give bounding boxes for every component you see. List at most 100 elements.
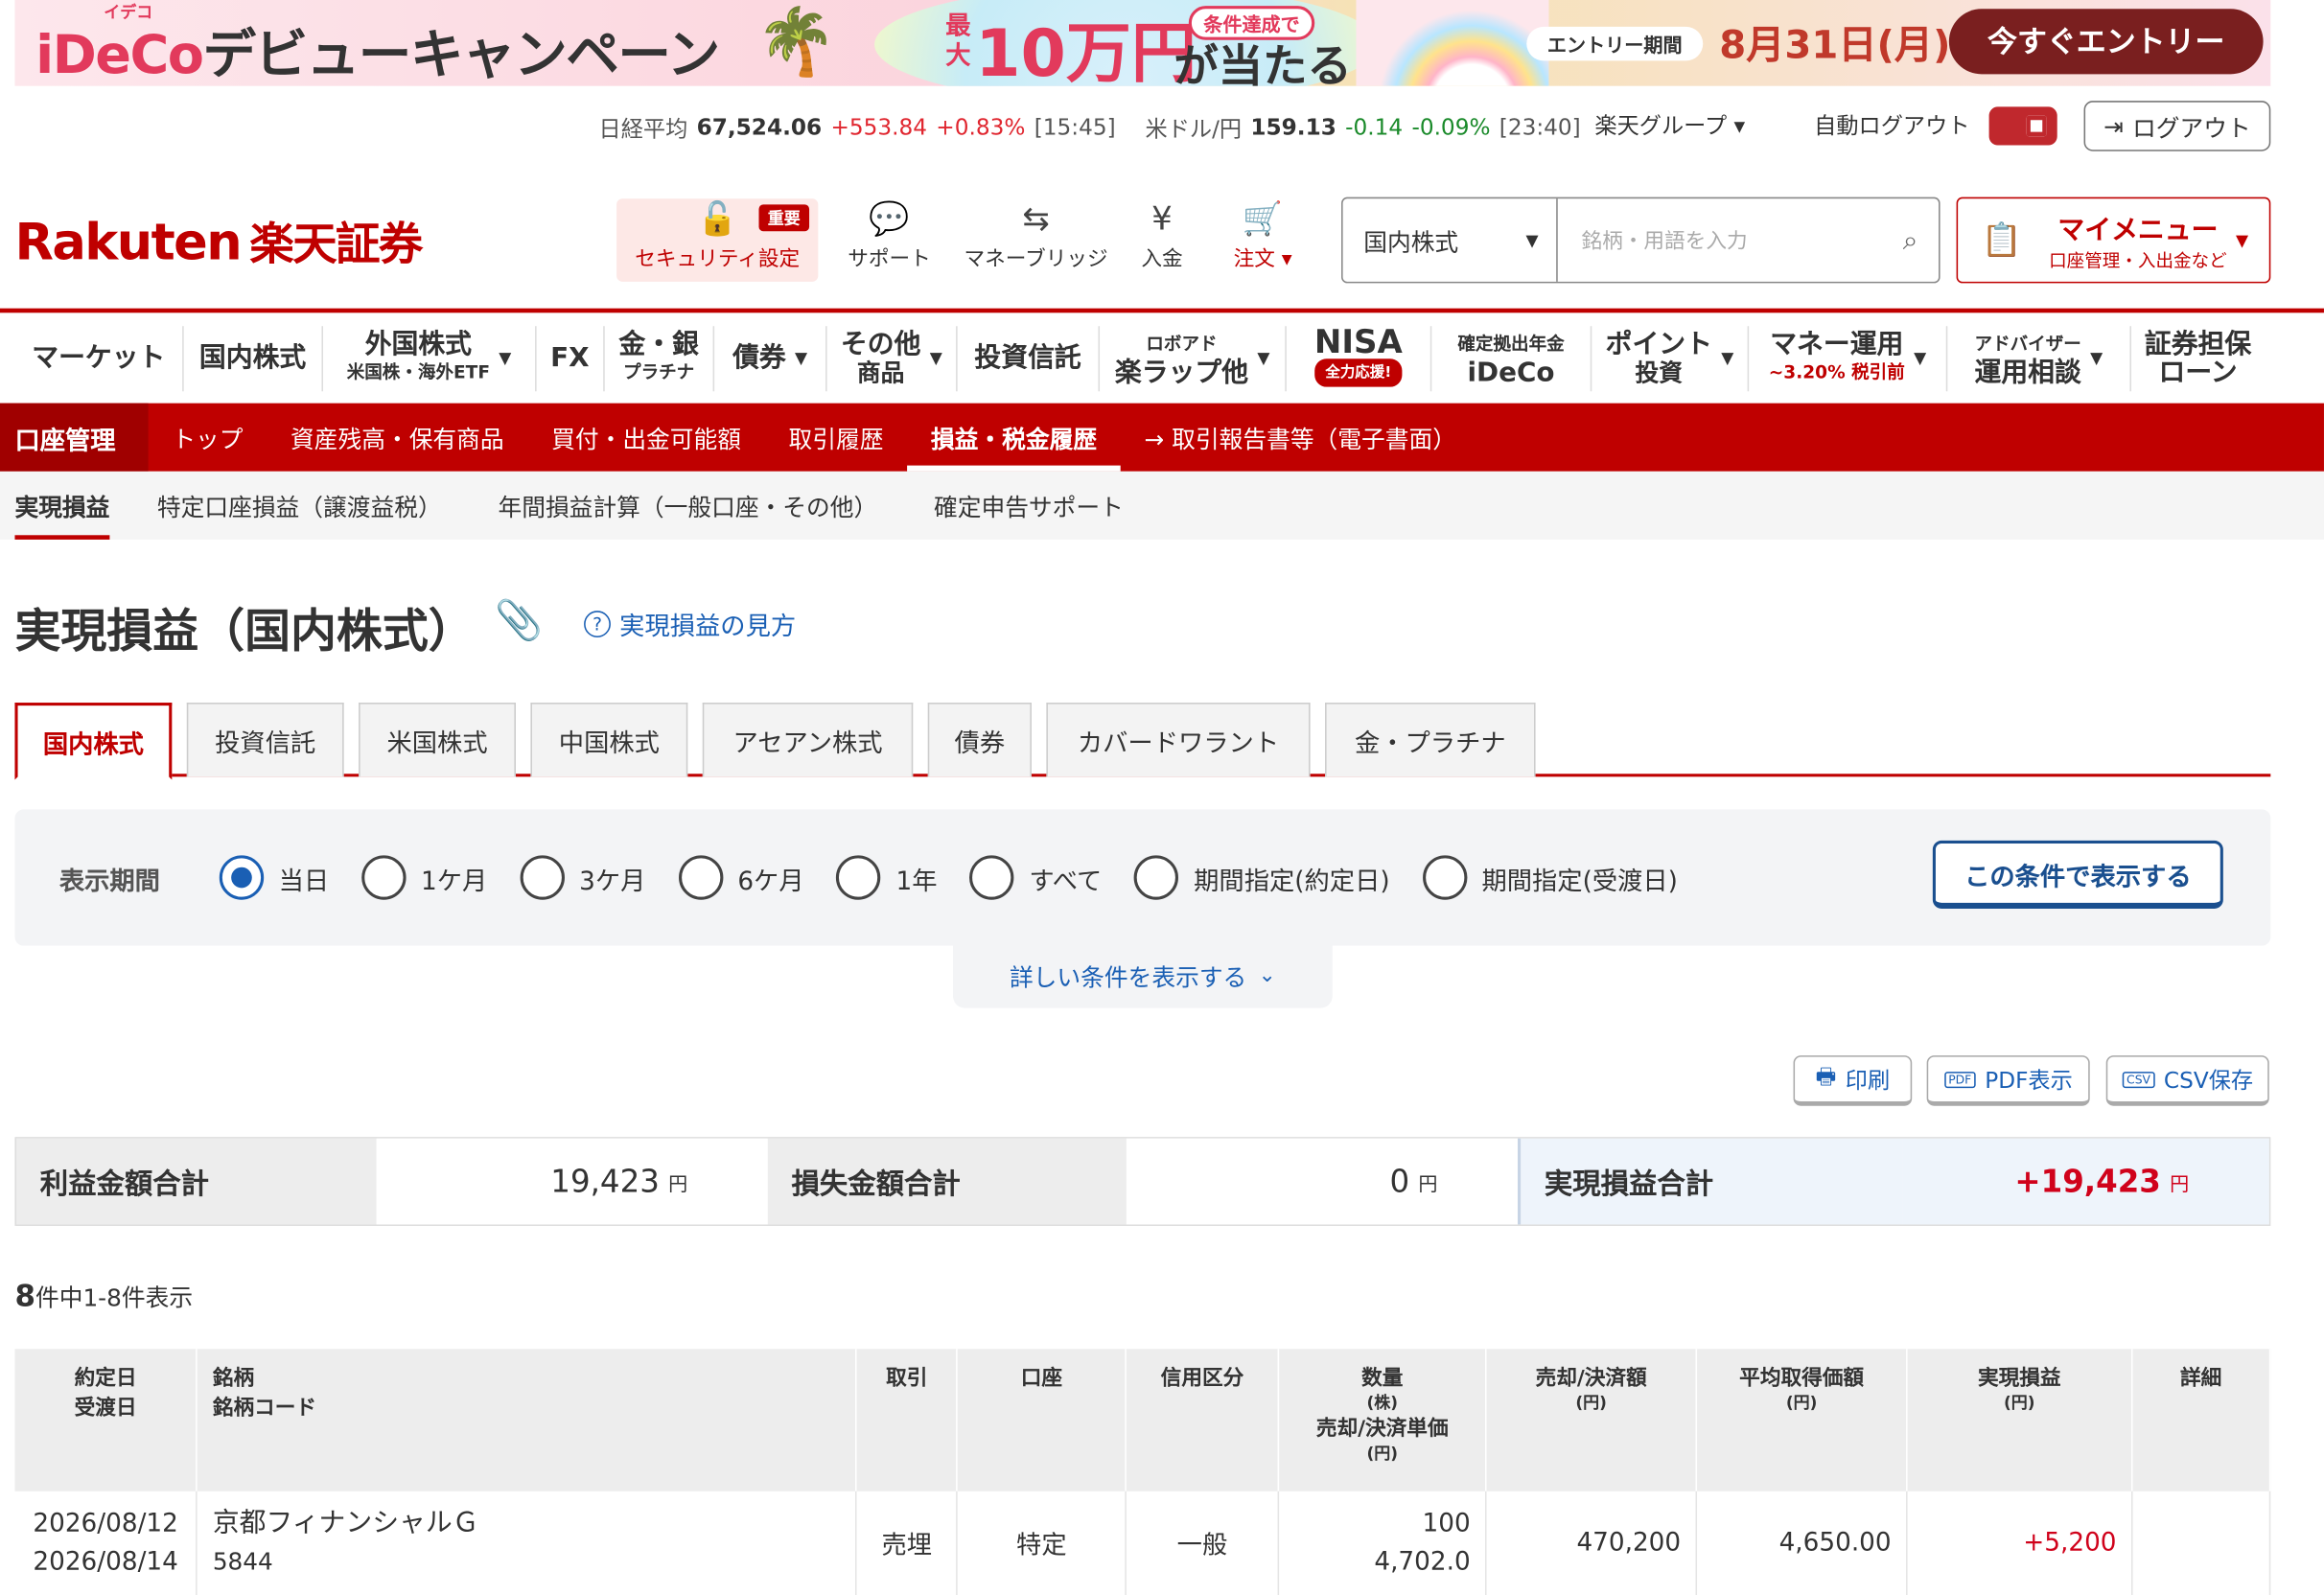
nikkei-pct: +0.83% xyxy=(936,114,1026,141)
mymenu-button[interactable]: 📋 マイメニュー 口座管理・入出金など ▼ xyxy=(1956,196,2271,284)
gnav-label: iDeCo xyxy=(1467,356,1555,388)
tab-china-stock[interactable]: 中国株式 xyxy=(530,703,688,777)
gnav-point[interactable]: ポイント 投資 ▼ xyxy=(1592,325,1750,391)
deposit-button[interactable]: ¥ 入金 xyxy=(1132,198,1192,282)
search-input[interactable]: 銘柄・用語を入力 ⌕ xyxy=(1558,198,1939,282)
tab-fund[interactable]: 投資信託 xyxy=(186,703,344,777)
account-nav-pl-tax[interactable]: 損益・税金履歴 xyxy=(907,404,1121,472)
col-pl-unit: (円) xyxy=(2004,1393,2035,1413)
logo-jp: 楽天証券 xyxy=(249,219,423,272)
col-avg: 平均取得価額 (円) xyxy=(1696,1349,1908,1491)
radio-circle xyxy=(1134,855,1179,900)
trade-date: 2026/08/12 xyxy=(33,1508,178,1538)
radio-today[interactable]: 当日 xyxy=(219,855,330,900)
gnav-money[interactable]: マネー運用 ~3.20% 税引前 ▼ xyxy=(1749,325,1948,391)
pdf-button[interactable]: PDF PDF表示 xyxy=(1926,1055,2090,1106)
account-nav-history[interactable]: 取引履歴 xyxy=(765,404,907,472)
csv-icon: CSV xyxy=(2122,1071,2155,1088)
radio-label: 期間指定(受渡日) xyxy=(1481,866,1678,896)
rakuten-group-menu[interactable]: 楽天グループ ▾ xyxy=(1594,109,1745,140)
result-total: 8 xyxy=(14,1278,35,1314)
gnav-domestic-stock[interactable]: 国内株式 xyxy=(184,325,324,391)
apply-filter-button[interactable]: この条件で表示する xyxy=(1932,840,2223,910)
gnav-label: 金・銀 xyxy=(618,328,699,360)
banner-title: iDeCoデビューキャンペーン xyxy=(35,12,720,85)
security-settings-button[interactable]: 重要 🔓 セキュリティ設定 xyxy=(616,198,819,282)
campaign-banner[interactable]: イデコ iDeCoデビューキャンペーン 🌴 最大 10万円 条件達成で が当たる… xyxy=(14,0,2271,86)
bank-icon: ⇆ xyxy=(1022,201,1050,239)
tab-asean-stock[interactable]: アセアン株式 xyxy=(702,703,914,777)
tab-realized-pl[interactable]: 実現損益 xyxy=(0,472,125,540)
tab-annual-calc[interactable]: 年間損益計算（一般口座・その他） xyxy=(483,472,893,540)
order-button[interactable]: 🛒 注文 ▾ xyxy=(1221,198,1305,282)
radio-label: 当日 xyxy=(278,866,330,896)
search-icon[interactable]: ⌕ xyxy=(1903,224,1918,255)
tab-us-stock[interactable]: 米国株式 xyxy=(359,703,516,777)
account-nav-top[interactable]: トップ xyxy=(149,404,267,472)
col-account: 口座 xyxy=(957,1349,1127,1491)
radio-range-settle[interactable]: 期間指定(受渡日) xyxy=(1422,855,1678,900)
result-text: 件中1-8件表示 xyxy=(35,1283,194,1312)
col-price-label: 売却/決済単価 xyxy=(1315,1417,1449,1442)
howto-link[interactable]: ? 実現損益の見方 xyxy=(584,605,796,642)
gnav-market[interactable]: マーケット xyxy=(14,325,184,391)
gnav-gold[interactable]: 金・銀 プラチナ xyxy=(605,325,715,391)
search-category-select[interactable]: 国内株式 ▼ xyxy=(1343,198,1558,282)
logout-button[interactable]: ⇥ ログアウト xyxy=(2083,101,2271,151)
yen-unit: 円 xyxy=(2170,1173,2190,1196)
radio-all[interactable]: すべて xyxy=(969,855,1102,900)
help-icon: ? xyxy=(584,610,611,637)
banner-max: 最大 xyxy=(945,12,971,72)
cell-detail xyxy=(2131,1491,2271,1595)
support-button[interactable]: 💬 サポート xyxy=(839,198,940,282)
account-nav-buying-power[interactable]: 買付・出金可能額 xyxy=(527,404,764,472)
col-price-unit: (円) xyxy=(1366,1444,1399,1464)
realized-total-value: +19,423 円 xyxy=(1902,1138,2269,1225)
pdf-icon: PDF xyxy=(1943,1071,1976,1088)
radio-3m[interactable]: 3ケ月 xyxy=(520,855,645,900)
gnav-advisor[interactable]: アドバイザー 運用相談 ▼ xyxy=(1947,325,2132,391)
gnav-loan[interactable]: 証券担保 ローン xyxy=(2131,325,2265,390)
tab-domestic-stock[interactable]: 国内株式 xyxy=(14,703,173,780)
gnav-label: マネー運用 xyxy=(1770,328,1904,360)
radio-6m[interactable]: 6ケ月 xyxy=(678,855,804,900)
show-more-conditions[interactable]: 詳しい条件を表示する ⌄ xyxy=(953,942,1333,1008)
account-nav-head[interactable]: 口座管理 xyxy=(0,403,149,472)
nikkei-label: 日経平均 xyxy=(598,114,688,142)
unit-price: 4,702.0 xyxy=(1374,1547,1471,1578)
csv-button[interactable]: CSV CSV保存 xyxy=(2105,1055,2269,1106)
security-name[interactable]: 京都フィナンシャルＧ xyxy=(213,1507,479,1537)
col-avg-label: 平均取得価額 xyxy=(1739,1366,1865,1391)
yen-unit: 円 xyxy=(668,1173,688,1196)
gnav-foreign-stock[interactable]: 外国株式 米国株・海外ETF ▼ xyxy=(323,325,537,391)
tab-gold-platinum[interactable]: 金・プラチナ xyxy=(1325,703,1536,777)
gnav-fund[interactable]: 投資信託 xyxy=(958,325,1101,391)
pl-summary: 利益金額合計 19,423 円 損失金額合計 0円 実現損益合計 +19,423 円 xyxy=(14,1137,2271,1226)
gnav-ideco[interactable]: 確定拠出年金 iDeCo xyxy=(1431,325,1592,391)
gnav-other[interactable]: その他 商品 ▼ xyxy=(827,325,958,391)
realized-total-label: 実現損益合計 xyxy=(1518,1138,1903,1225)
radio-circle xyxy=(520,855,565,900)
account-nav-assets[interactable]: 資産残高・保有商品 xyxy=(267,404,527,472)
tab-specific-account[interactable]: 特定口座損益（譲渡益税） xyxy=(142,472,456,540)
moneybridge-button[interactable]: ⇆ マネーブリッジ xyxy=(958,198,1115,282)
tab-covered-warrant[interactable]: カバードワラント xyxy=(1046,703,1311,777)
account-nav-reports[interactable]: → 取引報告書等（電子書面） xyxy=(1121,404,1480,472)
banner-amount: 10万円 xyxy=(975,16,1197,86)
tab-tax-return-support[interactable]: 確定申告サポート xyxy=(919,472,1139,540)
radio-1y[interactable]: 1年 xyxy=(836,855,937,900)
rakuten-logo[interactable]: Rakuten 楽天証券 xyxy=(14,208,423,273)
gnav-roboad[interactable]: ロボアド 楽ラップ他 ▼ xyxy=(1100,325,1287,391)
gnav-bond[interactable]: 債券 ▼ xyxy=(714,325,827,391)
print-button[interactable]: 🖶 印刷 xyxy=(1793,1055,1913,1106)
mymenu-caret-icon: ▼ xyxy=(2236,230,2249,250)
mymenu-icon: 📋 xyxy=(1981,221,2023,259)
paperclip-icon[interactable]: 📎 xyxy=(495,599,543,643)
tab-bond[interactable]: 債券 xyxy=(927,703,1032,777)
gnav-fx[interactable]: FX xyxy=(537,325,605,391)
radio-range-trade[interactable]: 期間指定(約定日) xyxy=(1134,855,1390,900)
gnav-nisa[interactable]: NISA 全力応援! xyxy=(1287,325,1432,391)
auto-logout-toggle[interactable] xyxy=(1988,106,2057,146)
radio-1m[interactable]: 1ケ月 xyxy=(361,855,487,900)
banner-entry-button[interactable]: 今すぐエントリー xyxy=(1948,9,2264,75)
